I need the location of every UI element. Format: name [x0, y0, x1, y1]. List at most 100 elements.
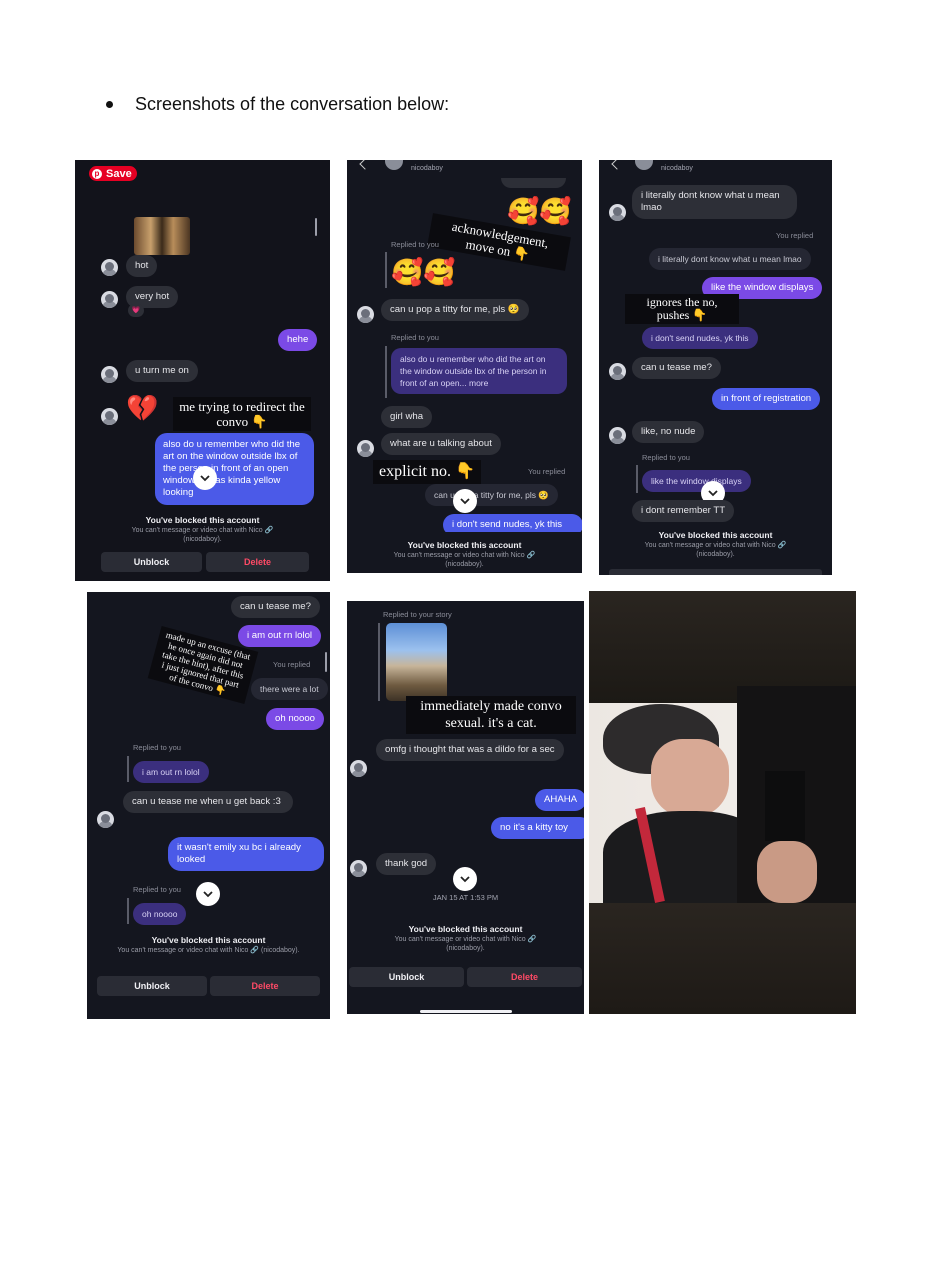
message-out: hehe: [278, 329, 318, 351]
quote-bar: [378, 623, 380, 701]
quoted-message: i don't send nudes, yk this: [642, 327, 758, 349]
annotation-caption: explicit no. 👇: [373, 460, 481, 484]
photo-screenshot: [589, 591, 856, 1014]
quote-bar: [385, 252, 387, 288]
message-out: it wasn't emily xu bc i already looked: [168, 837, 324, 871]
replied-to-you-label: Replied to you: [642, 453, 690, 462]
message-out: AHAHA: [535, 789, 584, 811]
pink-heart-icon: 💗: [128, 304, 144, 317]
delete-button[interactable]: Delete: [467, 967, 582, 987]
message-in: like, no nude: [632, 421, 705, 443]
avatar: [101, 366, 118, 383]
chevron-down-icon[interactable]: [453, 489, 477, 513]
avatar: [350, 860, 367, 877]
bullet-icon: [106, 101, 113, 108]
message-in: thank god: [376, 853, 437, 875]
quoted-message: like the window displays: [642, 470, 751, 492]
message-in: u turn me on: [126, 360, 198, 382]
quoted-message: oh noooo: [133, 903, 187, 925]
unblock-button[interactable]: Unblock: [101, 552, 202, 572]
message-in: hot: [126, 255, 158, 277]
screenshot-3: nicodaboy i literally dont know what u m…: [599, 160, 832, 575]
chevron-down-icon[interactable]: [196, 882, 220, 906]
blocked-title: You've blocked this account: [407, 540, 522, 550]
pinterest-icon: p: [92, 168, 102, 179]
unblock-button[interactable]: Unblock: [97, 976, 207, 996]
broken-heart-emoji: 💔: [126, 393, 159, 423]
scrollbar[interactable]: [325, 652, 327, 672]
message-in: can u tease me?: [231, 596, 320, 618]
replied-to-you-label: Replied to you: [391, 333, 439, 342]
avatar: [609, 363, 626, 380]
screenshot-1: p Save hot very hot 💗 hehe u turn me on …: [75, 160, 330, 581]
unblock-button[interactable]: Unblock: [349, 967, 464, 987]
you-replied-label: You replied: [528, 467, 566, 476]
replied-story-label: Replied to your story: [383, 610, 452, 619]
save-label: Save: [106, 167, 132, 180]
pinterest-save-button[interactable]: p Save: [89, 166, 137, 181]
back-chevron-icon[interactable]: [611, 160, 623, 170]
you-replied-label: You replied: [776, 231, 814, 240]
avatar: [609, 427, 626, 444]
chevron-down-icon[interactable]: [193, 466, 217, 490]
heading-text: Screenshots of the conversation below:: [135, 94, 450, 114]
story-thumbnail: [134, 217, 190, 255]
blocked-subtitle: You can't message or video chat with Nic…: [117, 947, 300, 954]
message-in: i literally dont know what u mean lmao: [632, 185, 797, 219]
previous-bubble-edge: [501, 178, 566, 188]
quoted-message: can u pop a titty for me, pls 🥺: [425, 484, 558, 506]
timestamp: JAN 15 AT 1:53 PM: [432, 893, 499, 902]
quoted-message: there were a lot: [251, 678, 328, 700]
reaction-emoji: 🥰🥰: [507, 196, 572, 226]
back-chevron-icon[interactable]: [359, 160, 371, 170]
avatar: [101, 408, 118, 425]
message-in: can u tease me when u get back :3: [123, 791, 293, 813]
you-replied-label: You replied: [273, 660, 311, 669]
quoted-message: also do u remember who did the art on th…: [391, 348, 567, 394]
home-indicator: [420, 1010, 512, 1013]
footer-buttons-edge: [609, 569, 822, 575]
bullet-heading: Screenshots of the conversation below:: [104, 94, 449, 115]
photo-hand: [757, 841, 817, 903]
screenshot-5: Replied to your story immediately made c…: [347, 601, 584, 1014]
message-in: can u pop a titty for me, pls 🥺: [381, 299, 529, 321]
message-in: omfg i thought that was a dildo for a se…: [376, 739, 564, 761]
avatar: [357, 440, 374, 457]
delete-button[interactable]: Delete: [210, 976, 320, 996]
chat-username: nicodaboy: [661, 165, 693, 172]
message-out: no it's a kitty toy: [491, 817, 584, 839]
avatar: [357, 306, 374, 323]
quote-bar: [127, 898, 129, 924]
screenshot-4: can u tease me? i am out rn lolol made u…: [87, 592, 330, 1019]
screenshot-2: nicodaboy 🥰🥰 acknowledgement, move on 👇 …: [347, 160, 582, 573]
message-out: also do u remember who did the art on th…: [155, 433, 314, 505]
blocked-title: You've blocked this account: [658, 530, 773, 540]
annotation-caption: immediately made convo sexual. it's a ca…: [406, 696, 576, 734]
quoted-message: i am out rn lolol: [133, 761, 209, 783]
reaction-emoji: 🥰🥰: [391, 257, 456, 287]
message-in: girl wha: [381, 406, 433, 428]
quoted-message: i literally dont know what u mean lmao: [649, 248, 811, 270]
story-thumbnail: [386, 623, 447, 701]
photo-censor-block: [765, 771, 805, 841]
avatar: [101, 291, 118, 308]
blocked-subtitle: You can't message or video chat with Nic…: [644, 542, 787, 558]
quote-bar: [127, 756, 129, 782]
message-out: i am out rn lolol: [238, 625, 322, 647]
message-in: can u tease me?: [632, 357, 721, 379]
message-out: in front of registration: [712, 388, 821, 410]
photo-dark-band-bottom: [589, 903, 856, 1014]
annotation-caption: ignores the no, pushes 👇: [625, 294, 739, 324]
avatar: [97, 811, 114, 828]
avatar: [609, 204, 626, 221]
chevron-down-icon[interactable]: [453, 867, 477, 891]
blocked-title: You've blocked this account: [145, 515, 260, 525]
blocked-subtitle: You can't message or video chat with Nic…: [393, 552, 536, 568]
blocked-subtitle: You can't message or video chat with Nic…: [131, 527, 274, 543]
quote-bar: [385, 346, 387, 398]
delete-button[interactable]: Delete: [206, 552, 309, 572]
blocked-title: You've blocked this account: [151, 935, 266, 945]
replied-to-you-label: Replied to you: [133, 743, 181, 752]
scrollbar[interactable]: [315, 218, 317, 236]
quote-bar: [636, 465, 638, 493]
